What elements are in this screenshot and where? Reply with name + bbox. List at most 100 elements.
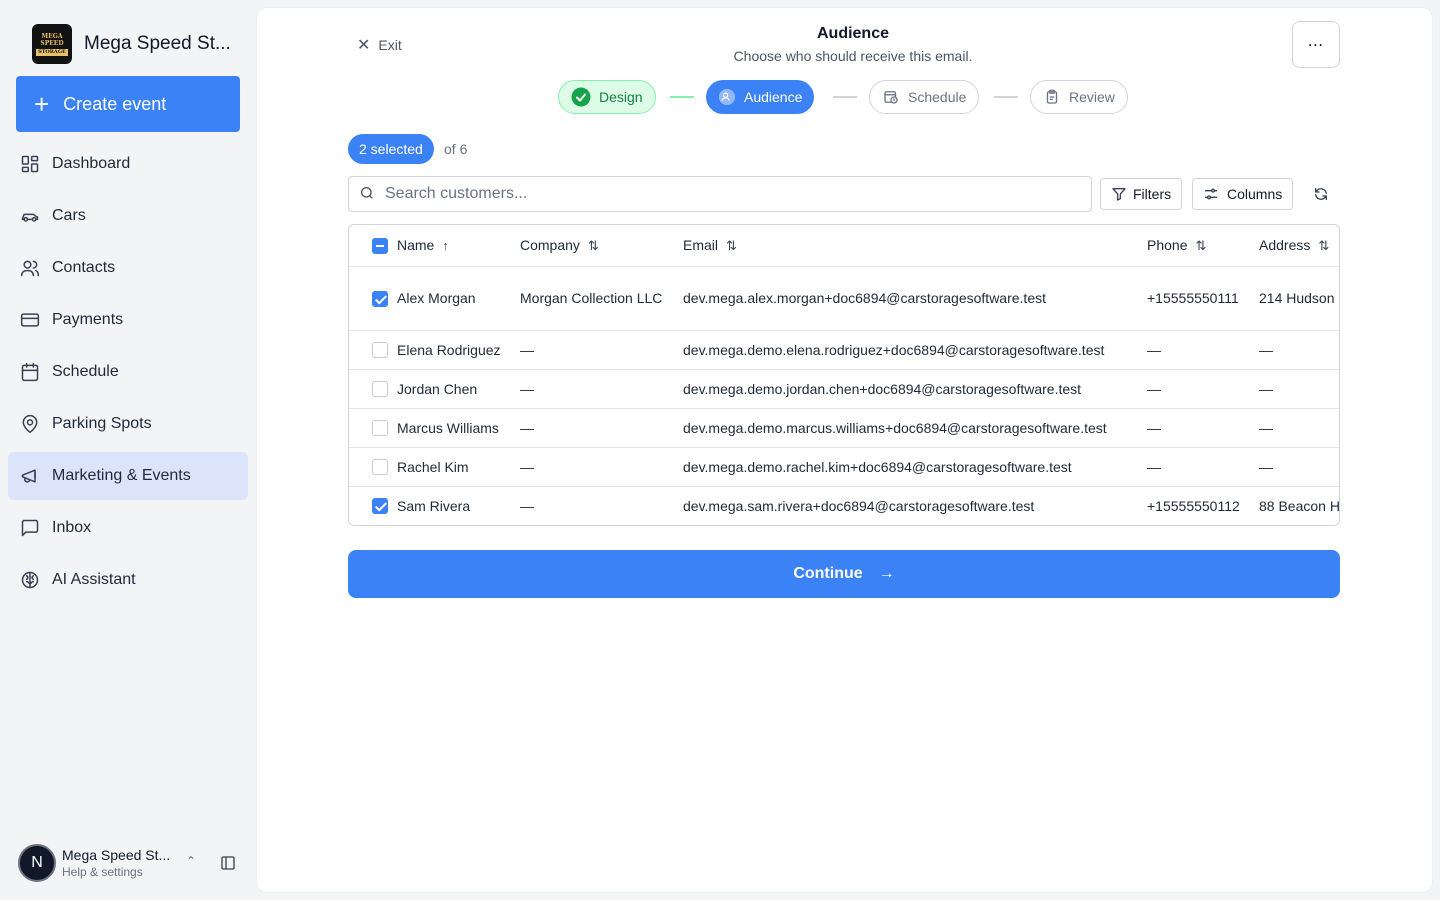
- megaphone-icon: [20, 466, 40, 486]
- user-menu[interactable]: N Mega Speed St... Help & settings ⌃: [18, 842, 248, 884]
- row-checkbox[interactable]: [372, 420, 388, 437]
- step-label: Review: [1069, 89, 1115, 105]
- users-icon: [718, 88, 736, 106]
- table: Name ↑ Company ⇅ Email ⇅ Phone ⇅ Address ⇅ Al…: [349, 225, 1340, 525]
- refresh-icon[interactable]: [1313, 186, 1329, 205]
- sidebar-item-label: Payments: [52, 311, 124, 328]
- cell-company: —: [520, 341, 534, 358]
- calendar-icon: [20, 362, 40, 382]
- arrow-right-icon: →: [878, 565, 895, 582]
- continue-button[interactable]: Continue →: [348, 550, 1340, 598]
- cell-email: dev.mega.demo.elena.rodriguez+doc6894@ca…: [683, 341, 1105, 358]
- row-checkbox[interactable]: [372, 498, 388, 515]
- sidebar-item-ai-assistant[interactable]: AI Assistant: [8, 556, 248, 604]
- cell-name: Sam Rivera: [397, 497, 471, 514]
- sidebar-toggle-icon[interactable]: [220, 855, 236, 874]
- row-checkbox[interactable]: [372, 290, 388, 307]
- row-select-cell: [349, 369, 397, 408]
- column-label: Name: [397, 237, 435, 254]
- more-options-button[interactable]: ⋯: [1292, 21, 1340, 68]
- brand-name: Mega Speed St...: [84, 33, 231, 54]
- sidebar-item-cars[interactable]: Cars: [8, 192, 248, 240]
- sidebar-item-label: Inbox: [52, 519, 92, 536]
- row-checkbox[interactable]: [372, 342, 388, 359]
- filter-icon: [1111, 186, 1127, 202]
- sidebar-item-label: Schedule: [52, 363, 119, 380]
- sidebar-item-dashboard[interactable]: Dashboard: [8, 140, 248, 188]
- cell-name: Marcus Williams: [397, 419, 499, 436]
- sidebar-item-schedule[interactable]: Schedule: [8, 348, 248, 396]
- sidebar-item-marketing-events[interactable]: Marketing & Events: [8, 452, 248, 500]
- cell-email: dev.mega.alex.morgan+doc6894@carstorages…: [683, 290, 1046, 306]
- sidebar: MEGA SPEED STORAGE Mega Speed St... + Cr…: [0, 0, 256, 900]
- table-row[interactable]: Elena Rodriguez — dev.mega.demo.elena.ro…: [349, 330, 1339, 369]
- column-label: Phone: [1147, 236, 1188, 253]
- check-circle-icon: [571, 87, 591, 107]
- sliders-icon: [1203, 186, 1219, 202]
- step-design[interactable]: Design: [558, 80, 656, 114]
- step-connector: [994, 96, 1018, 98]
- step-review[interactable]: Review: [1030, 80, 1128, 114]
- cell-address: 88 Beacon H: [1259, 497, 1340, 514]
- step-audience[interactable]: Audience: [706, 80, 815, 114]
- cell-email: dev.mega.demo.rachel.kim+doc6894@carstor…: [683, 458, 1072, 475]
- create-event-button[interactable]: + Create event: [16, 76, 240, 132]
- sidebar-item-parking-spots[interactable]: Parking Spots: [8, 400, 248, 448]
- step-label: Design: [599, 89, 643, 105]
- step-connector: [833, 96, 857, 98]
- dashboard-icon: [20, 154, 40, 174]
- brand[interactable]: MEGA SPEED STORAGE Mega Speed St...: [32, 24, 231, 64]
- filters-button[interactable]: Filters: [1100, 178, 1183, 210]
- sidebar-item-label: AI Assistant: [52, 571, 136, 588]
- page-title: Audience: [816, 25, 889, 42]
- table-row[interactable]: Rachel Kim — dev.mega.demo.rachel.kim+do…: [349, 447, 1339, 486]
- brand-logo: MEGA SPEED STORAGE: [32, 24, 72, 64]
- continue-label: Continue: [793, 565, 863, 582]
- cell-company: Morgan Collection LLC: [520, 290, 663, 306]
- arrow-up-icon: ↑: [442, 238, 449, 254]
- car-icon: [20, 206, 40, 226]
- search-icon: [359, 185, 375, 204]
- cell-address: —: [1259, 380, 1273, 397]
- cell-company: —: [520, 458, 534, 475]
- sort-icon: ⇅: [587, 237, 599, 253]
- table-row[interactable]: Marcus Williams — dev.mega.demo.marcus.w…: [349, 408, 1339, 447]
- credit-card-icon: [20, 310, 40, 330]
- create-event-label: Create event: [63, 93, 167, 114]
- select-all-checkbox[interactable]: [372, 237, 388, 254]
- sidebar-item-label: Parking Spots: [52, 415, 152, 432]
- cell-address: —: [1259, 458, 1273, 475]
- row-checkbox[interactable]: [372, 381, 388, 398]
- column-header-company[interactable]: Company ⇅: [520, 225, 683, 266]
- column-header-phone[interactable]: Phone ⇅: [1147, 225, 1259, 266]
- sidebar-item-payments[interactable]: Payments: [8, 296, 248, 344]
- step-schedule[interactable]: Schedule: [869, 80, 980, 114]
- sidebar-item-inbox[interactable]: Inbox: [8, 504, 248, 552]
- user-name: Mega Speed St...: [62, 847, 171, 863]
- row-select-cell: [349, 266, 397, 330]
- table-row[interactable]: Alex Morgan Morgan Collection LLC dev.me…: [349, 266, 1339, 330]
- columns-button[interactable]: Columns: [1192, 178, 1294, 210]
- column-header-address[interactable]: Address ⇅: [1259, 225, 1339, 266]
- user-subtitle: Help & settings: [62, 865, 143, 879]
- customer-table: Name ↑ Company ⇅ Email ⇅ Phone ⇅ Address ⇅ Al…: [348, 224, 1340, 526]
- search-box[interactable]: [348, 176, 1092, 212]
- column-label: Address: [1259, 236, 1311, 253]
- step-label: Audience: [744, 89, 803, 105]
- table-row[interactable]: Jordan Chen — dev.mega.demo.jordan.chen+…: [349, 369, 1339, 408]
- row-checkbox[interactable]: [372, 459, 388, 476]
- column-label: Company: [520, 236, 580, 253]
- column-header-name[interactable]: Name ↑: [397, 225, 520, 266]
- avatar: N: [18, 844, 56, 882]
- sidebar-item-contacts[interactable]: Contacts: [8, 244, 248, 292]
- column-header-email[interactable]: Email ⇅: [683, 225, 1147, 266]
- select-all-cell: [349, 225, 397, 266]
- search-input[interactable]: [385, 185, 1065, 203]
- calendar-clock-icon: [882, 88, 900, 106]
- sidebar-item-label: Marketing & Events: [52, 467, 191, 484]
- cell-company: —: [520, 419, 534, 436]
- cell-company: —: [520, 380, 534, 397]
- cell-address: 214 Hudson: [1259, 290, 1335, 306]
- table-row[interactable]: Sam Rivera — dev.mega.sam.rivera+doc6894…: [349, 486, 1340, 525]
- map-pin-icon: [20, 414, 40, 434]
